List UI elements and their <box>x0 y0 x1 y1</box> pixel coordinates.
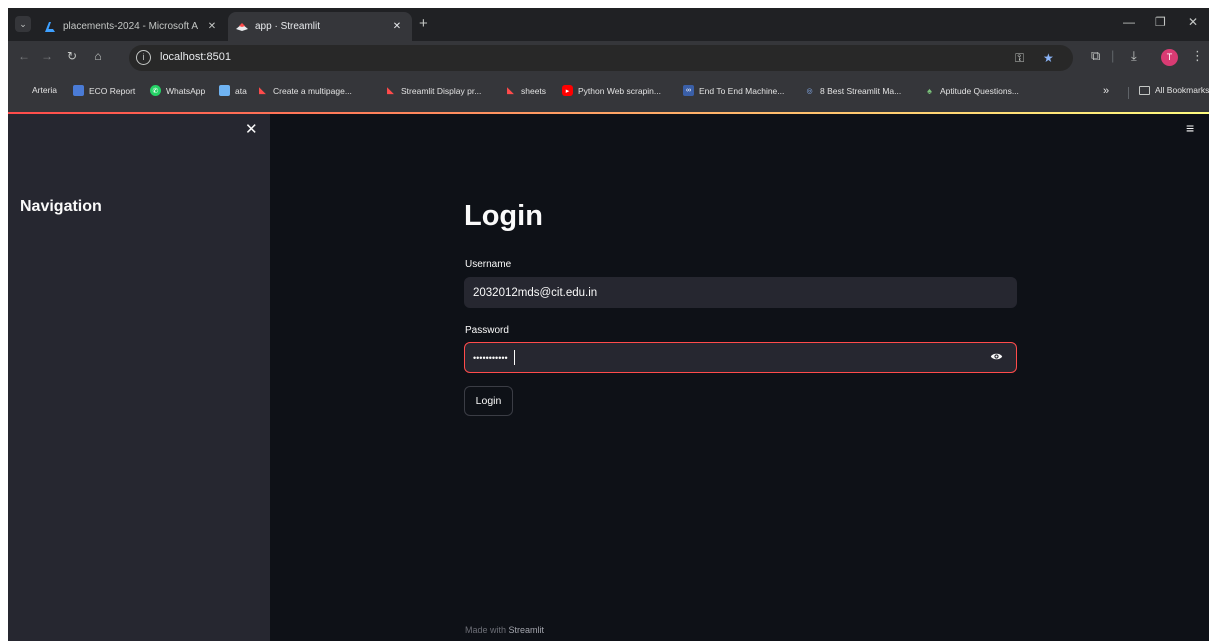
new-tab-button[interactable]: + <box>419 16 428 31</box>
download-icon[interactable]: ⤓ <box>1131 48 1137 64</box>
bookmark-whatsapp[interactable]: ✆ WhatsApp <box>150 85 205 96</box>
bookmark-label: All Bookmarks <box>1155 85 1209 95</box>
home-icon[interactable]: ⌂ <box>90 49 106 63</box>
article-icon: ◎ <box>806 87 813 95</box>
aptitude-icon: ♠ <box>927 85 932 96</box>
bookmark-sheets[interactable]: ◣ sheets <box>505 85 546 96</box>
browser-window: ⌄ placements-2024 - Microsoft A ✕ app · … <box>8 8 1209 641</box>
streamlit-icon <box>236 21 248 33</box>
whatsapp-icon: ✆ <box>150 85 161 96</box>
bookmark-ata[interactable]: ata <box>219 85 247 96</box>
bookmark-label: Python Web scrapin... <box>578 85 661 96</box>
main-content: Login Username Password Login Made with … <box>464 114 1020 641</box>
bookmark-label: ECO Report <box>89 85 136 96</box>
password-key-icon[interactable]: ⚿ <box>1015 51 1024 66</box>
tab-app-streamlit[interactable]: app · Streamlit ✕ <box>228 12 412 41</box>
ata-icon <box>219 85 230 96</box>
tab-search-icon[interactable]: ⌄ <box>15 16 31 32</box>
folder-icon <box>1139 85 1150 95</box>
password-field <box>464 342 1017 373</box>
bookmark-label: sheets <box>521 85 547 96</box>
bookmarks-divider <box>1128 87 1129 99</box>
username-input[interactable] <box>464 277 1017 308</box>
bookmark-label: ata <box>235 85 247 96</box>
bookmark-eco-report[interactable]: ECO Report <box>73 85 135 96</box>
minimize-icon[interactable]: — <box>1123 15 1135 29</box>
bookmark-label: 8 Best Streamlit Ma... <box>820 85 902 96</box>
page-title: Login <box>464 200 543 232</box>
bookmark-end-to-end-machine[interactable]: ∞ End To End Machine... <box>683 85 784 96</box>
site-info-icon[interactable]: i <box>136 50 151 65</box>
bookmark-label: Arteria <box>32 85 58 95</box>
restore-icon[interactable]: ❐ <box>1155 15 1166 29</box>
bookmark-label: Create a multipage... <box>273 85 352 96</box>
password-label: Password <box>465 325 509 336</box>
sidebar: ✕ Navigation <box>8 114 270 641</box>
bookmark-streamlit-display[interactable]: ◣ Streamlit Display pr... <box>385 85 481 96</box>
footer: Made with Streamlit <box>465 625 544 635</box>
all-bookmarks-button[interactable]: All Bookmarks <box>1139 85 1209 95</box>
password-input[interactable] <box>464 342 1017 373</box>
youtube-icon: ▸ <box>562 85 573 96</box>
bookmark-python-web-scraping[interactable]: ▸ Python Web scrapin... <box>562 85 661 96</box>
bookmark-arteria[interactable]: Arteria <box>32 85 57 95</box>
tab-placements[interactable]: placements-2024 - Microsoft A ✕ <box>36 12 227 41</box>
close-icon[interactable]: ✕ <box>390 21 404 32</box>
extensions-icon[interactable]: ⧉ <box>1091 48 1100 64</box>
bookmarks-bar: Arteria ECO Report ✆ WhatsApp ata ◣ Crea… <box>8 74 1209 112</box>
bookmark-create-multipage[interactable]: ◣ Create a multipage... <box>257 85 352 96</box>
streamlit-icon: ◣ <box>507 85 514 95</box>
window-close-icon[interactable]: ✕ <box>1188 15 1198 29</box>
close-sidebar-icon[interactable]: ✕ <box>245 120 258 138</box>
tab-title: app · Streamlit <box>255 21 321 32</box>
streamlit-app: ✕ Navigation ≡ Login Username Password L… <box>8 114 1209 641</box>
close-icon[interactable]: ✕ <box>205 21 219 32</box>
tab-strip: ⌄ placements-2024 - Microsoft A ✕ app · … <box>8 8 1209 41</box>
bookmark-star-icon[interactable]: ★ <box>1043 51 1054 65</box>
colab-icon: ∞ <box>683 85 694 96</box>
eye-icon[interactable] <box>990 350 1003 363</box>
forward-icon[interactable]: → <box>39 49 55 63</box>
reload-icon[interactable]: ↻ <box>64 49 80 63</box>
footer-brand-link[interactable]: Streamlit <box>509 625 545 635</box>
bookmark-label: End To End Machine... <box>699 85 785 96</box>
footer-prefix: Made with <box>465 625 507 635</box>
more-bookmarks-button[interactable]: » <box>1103 85 1109 97</box>
sidebar-title: Navigation <box>20 198 102 215</box>
hamburger-menu-icon[interactable]: ≡ <box>1186 120 1194 136</box>
bookmark-label: Streamlit Display pr... <box>401 85 482 96</box>
toolbar-divider: | <box>1111 48 1115 63</box>
tab-title: placements-2024 - Microsoft A <box>63 21 199 32</box>
browser-toolbar: ← → ↻ ⌂ i localhost:8501 ⚿ ★ ⧉ | ⤓ T ⋮ <box>8 41 1209 74</box>
report-icon <box>73 85 84 96</box>
streamlit-icon: ◣ <box>387 85 394 95</box>
login-button[interactable]: Login <box>464 386 513 416</box>
bookmark-label: Aptitude Questions... <box>940 85 1019 96</box>
address-bar[interactable]: i localhost:8501 ⚿ ★ <box>129 45 1073 71</box>
more-menu-icon[interactable]: ⋮ <box>1191 48 1204 64</box>
streamlit-icon: ◣ <box>259 85 266 95</box>
bookmark-aptitude-questions[interactable]: ♠ Aptitude Questions... <box>924 85 1019 96</box>
url-text: localhost:8501 <box>160 51 231 63</box>
profile-avatar[interactable]: T <box>1161 49 1178 66</box>
back-icon[interactable]: ← <box>16 49 32 63</box>
azure-icon <box>44 21 56 33</box>
username-label: Username <box>465 259 512 270</box>
bookmark-label: WhatsApp <box>166 85 206 96</box>
text-caret <box>514 350 515 365</box>
bookmark-8-best-streamlit[interactable]: ◎ 8 Best Streamlit Ma... <box>804 85 901 96</box>
